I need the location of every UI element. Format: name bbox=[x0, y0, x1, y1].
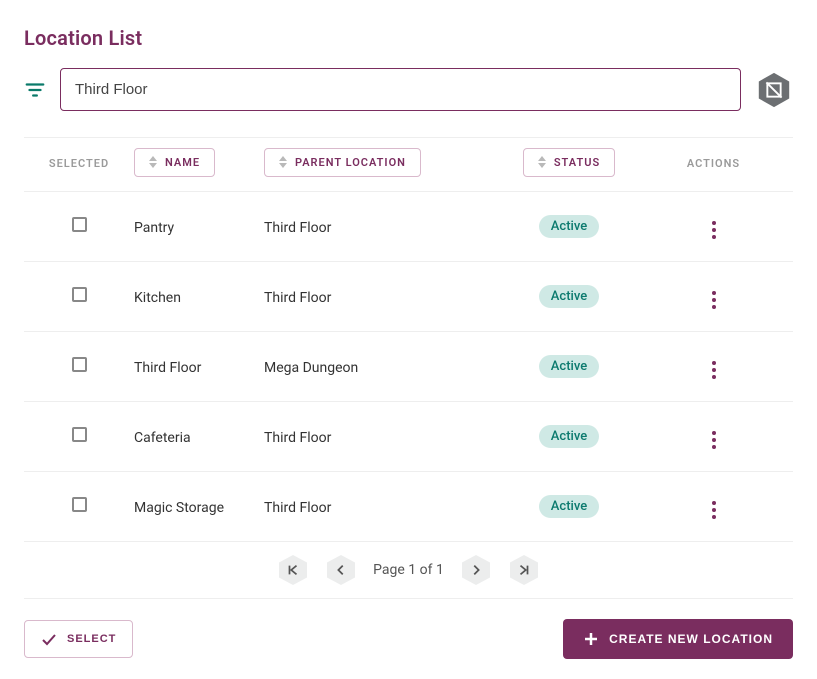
chevron-left-icon bbox=[334, 563, 348, 577]
chevron-right-icon bbox=[469, 563, 483, 577]
search-input[interactable] bbox=[60, 68, 741, 111]
select-button[interactable]: Select bbox=[24, 620, 133, 658]
row-checkbox[interactable] bbox=[72, 287, 87, 302]
sort-status-button[interactable]: Status bbox=[523, 148, 615, 177]
cell-parent: Third Floor bbox=[264, 430, 331, 446]
row-checkbox[interactable] bbox=[72, 217, 87, 232]
prev-page-button[interactable] bbox=[325, 554, 357, 586]
cell-parent: Third Floor bbox=[264, 220, 331, 236]
table-row: Magic Storage Third Floor Active bbox=[24, 471, 793, 541]
row-actions-menu[interactable] bbox=[708, 497, 720, 523]
last-page-button[interactable] bbox=[508, 554, 540, 586]
table-row: Pantry Third Floor Active bbox=[24, 191, 793, 261]
create-label: Create New Location bbox=[609, 632, 773, 646]
location-table: Selected Name Parent Location bbox=[24, 137, 793, 598]
status-badge: Active bbox=[539, 495, 599, 518]
row-checkbox[interactable] bbox=[72, 497, 87, 512]
sort-icon bbox=[149, 156, 157, 168]
column-status: Status bbox=[554, 156, 600, 169]
status-badge: Active bbox=[539, 285, 599, 308]
row-checkbox[interactable] bbox=[72, 427, 87, 442]
next-page-button[interactable] bbox=[460, 554, 492, 586]
cell-parent: Third Floor bbox=[264, 290, 331, 306]
row-actions-menu[interactable] bbox=[708, 427, 720, 453]
cell-name: Magic Storage bbox=[134, 500, 224, 516]
sort-icon bbox=[279, 156, 287, 168]
select-label: Select bbox=[67, 633, 116, 645]
search-row bbox=[24, 68, 793, 111]
sort-icon bbox=[538, 156, 546, 168]
export-button[interactable] bbox=[755, 71, 793, 109]
cell-parent: Third Floor bbox=[264, 500, 331, 516]
row-actions-menu[interactable] bbox=[708, 357, 720, 383]
sort-name-button[interactable]: Name bbox=[134, 148, 215, 177]
status-badge: Active bbox=[539, 355, 599, 378]
row-actions-menu[interactable] bbox=[708, 217, 720, 243]
create-new-location-button[interactable]: Create New Location bbox=[563, 619, 793, 659]
cell-name: Kitchen bbox=[134, 290, 181, 306]
cell-name: Pantry bbox=[134, 220, 174, 236]
column-actions: Actions bbox=[687, 157, 740, 170]
page-label: Page 1 of 1 bbox=[373, 562, 444, 578]
row-actions-menu[interactable] bbox=[708, 287, 720, 313]
page-title: Location List bbox=[24, 26, 793, 50]
check-icon bbox=[41, 631, 57, 647]
cell-parent: Mega Dungeon bbox=[264, 360, 358, 376]
first-page-button[interactable] bbox=[277, 554, 309, 586]
row-checkbox[interactable] bbox=[72, 357, 87, 372]
column-selected: Selected bbox=[49, 157, 109, 170]
table-header: Selected Name Parent Location bbox=[24, 138, 793, 191]
status-badge: Active bbox=[539, 425, 599, 448]
table-row: Cafeteria Third Floor Active bbox=[24, 401, 793, 471]
filter-icon[interactable] bbox=[24, 79, 46, 101]
plus-icon bbox=[583, 631, 599, 647]
cell-name: Cafeteria bbox=[134, 430, 191, 446]
table-row: Third Floor Mega Dungeon Active bbox=[24, 331, 793, 401]
cell-name: Third Floor bbox=[134, 360, 201, 376]
column-parent: Parent Location bbox=[295, 156, 406, 169]
sort-parent-button[interactable]: Parent Location bbox=[264, 148, 421, 177]
status-badge: Active bbox=[539, 215, 599, 238]
pagination: Page 1 of 1 bbox=[24, 541, 793, 598]
last-page-icon bbox=[517, 563, 531, 577]
first-page-icon bbox=[286, 563, 300, 577]
column-name: Name bbox=[165, 156, 200, 169]
table-row: Kitchen Third Floor Active bbox=[24, 261, 793, 331]
